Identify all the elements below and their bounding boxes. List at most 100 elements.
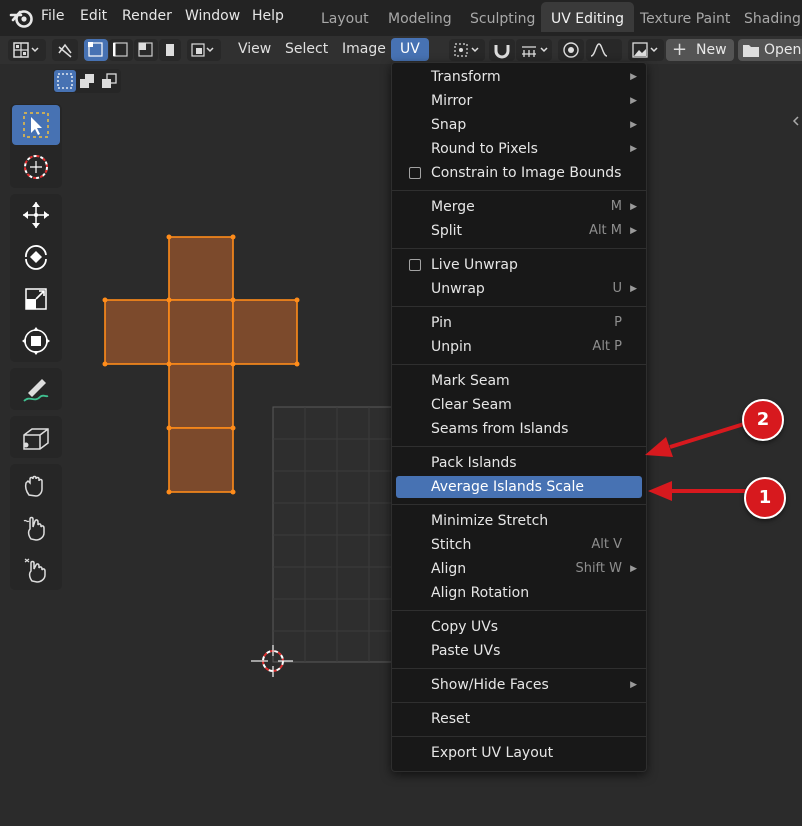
menu-item-pin[interactable]: Pin P [396,312,642,334]
checkbox-icon[interactable] [409,167,421,179]
menu-item-label: Seams from Islands [431,421,569,437]
menu-item-label: Transform [431,69,501,85]
menu-item-snap[interactable]: Snap ▶ [396,114,642,136]
grab-hand-icon [24,475,43,497]
image-browse-button[interactable] [628,39,664,61]
menu-edit[interactable]: Edit [80,8,107,24]
menu-select[interactable]: Select [285,41,328,57]
sticky-selection-selector[interactable] [187,39,221,61]
tool-pinch[interactable] [12,549,60,589]
vertex-select-icon [88,42,103,57]
menu-item-transform[interactable]: Transform ▶ [396,66,642,88]
sync-arrows-icon [58,43,72,58]
menu-file[interactable]: File [41,8,64,24]
sync-selection-button[interactable] [52,39,78,61]
sidebar-expand-icon[interactable] [792,116,799,126]
arrow-1 [648,481,746,501]
shortcut-label: P [614,315,622,330]
menu-item-copy-uvs[interactable]: Copy UVs [396,616,642,638]
snap-target-selector[interactable] [516,39,552,61]
scale-icon [25,288,47,310]
transform-icon [22,327,50,355]
tab-texture-paint[interactable]: Texture Paint [630,2,740,32]
tab-layout[interactable]: Layout [311,2,379,32]
sticky-selection-icon [191,43,214,57]
tab-shading[interactable]: Shading [734,2,802,32]
menu-item-minimize-stretch[interactable]: Minimize Stretch [396,510,642,532]
tab-uv-editing[interactable]: UV Editing [541,2,635,32]
tool-rotate[interactable] [12,237,60,277]
select-subtract-button[interactable] [98,70,120,92]
menu-item-merge[interactable]: Merge M ▶ [396,196,642,218]
open-image-button[interactable]: Open [738,39,802,61]
menu-item-align-rotation[interactable]: Align Rotation [396,582,642,604]
menu-item-stitch[interactable]: Stitch Alt V [396,534,642,556]
menu-item-label: Mirror [431,93,473,109]
vertex-select-mode-button[interactable] [84,39,108,61]
menu-item-seams-from-islands[interactable]: Seams from Islands [396,418,642,440]
checkbox-icon[interactable] [409,259,421,271]
edge-select-mode-button[interactable] [109,39,133,61]
tool-move[interactable] [12,195,60,235]
tool-grab[interactable] [12,465,60,505]
snap-toggle[interactable] [489,39,515,61]
falloff-curve-icon [590,43,608,57]
tab-modeling[interactable]: Modeling [378,2,462,32]
menu-item-export-uv-layout[interactable]: Export UV Layout [396,742,642,764]
menu-image[interactable]: Image [342,41,386,57]
rotate-icon [25,245,47,270]
menu-item-label: Live Unwrap [431,257,518,273]
menu-render[interactable]: Render [122,8,172,24]
menu-item-label: Average Islands Scale [431,479,585,495]
submenu-arrow-icon: ▶ [630,96,637,106]
editor-type-selector[interactable] [8,39,46,61]
menu-item-show-hide-faces[interactable]: Show/Hide Faces ▶ [396,674,642,696]
pinch-hand-icon [24,558,46,583]
island-select-icon [166,44,174,56]
menu-item-split[interactable]: Split Alt M ▶ [396,220,642,242]
menu-separator [392,306,646,307]
editor-header: View Select Image UV + New Open [0,36,802,64]
menu-item-average-islands-scale[interactable]: Average Islands Scale [396,476,642,498]
menu-item-live-unwrap[interactable]: Live Unwrap [396,254,642,276]
menu-uv[interactable]: UV [391,38,429,61]
menu-view[interactable]: View [238,41,271,57]
select-set-button[interactable] [54,70,76,92]
menu-item-clear-seam[interactable]: Clear Seam [396,394,642,416]
tool-select-box[interactable] [12,105,60,145]
menu-item-unpin[interactable]: Unpin Alt P [396,336,642,358]
rip-tools-group [10,416,62,458]
menu-item-align[interactable]: Align Shift W ▶ [396,558,642,580]
uv-islands[interactable] [102,234,300,495]
island-select-mode-button[interactable] [159,39,181,61]
new-image-button[interactable]: + New [666,39,734,61]
pivot-point-selector[interactable] [449,39,485,61]
menu-item-constrain-to-image-bounds[interactable]: Constrain to Image Bounds [396,162,642,184]
tool-transform[interactable] [12,321,60,361]
tool-annotate[interactable] [12,369,60,409]
menu-item-label: Unwrap [431,281,485,297]
falloff-selector[interactable] [586,39,622,61]
menu-window[interactable]: Window [185,8,240,24]
menu-item-pack-islands[interactable]: Pack Islands [396,452,642,474]
proportional-editing-toggle[interactable] [558,39,584,61]
face-select-mode-button[interactable] [134,39,158,61]
menu-item-unwrap[interactable]: Unwrap U ▶ [396,278,642,300]
blender-logo-icon[interactable] [9,6,35,30]
tab-sculpting[interactable]: Sculpting [460,2,545,32]
select-extend-button[interactable] [76,70,98,92]
proportional-editing-icon [563,42,579,58]
menu-item-reset[interactable]: Reset [396,708,642,730]
menu-item-paste-uvs[interactable]: Paste UVs [396,640,642,662]
menu-help[interactable]: Help [252,8,284,24]
menu-item-mark-seam[interactable]: Mark Seam [396,370,642,392]
magnet-icon [494,45,510,59]
uv-dropdown-menu: Transform ▶ Mirror ▶ Snap ▶ Round to Pixels… [391,62,647,772]
menu-item-round-to-pixels[interactable]: Round to Pixels ▶ [396,138,642,160]
shortcut-label: M [610,199,622,214]
tool-cursor[interactable] [12,147,60,187]
tool-rip-region[interactable] [12,417,60,457]
tool-scale[interactable] [12,279,60,319]
tool-relax[interactable] [12,507,60,547]
menu-item-mirror[interactable]: Mirror ▶ [396,90,642,112]
